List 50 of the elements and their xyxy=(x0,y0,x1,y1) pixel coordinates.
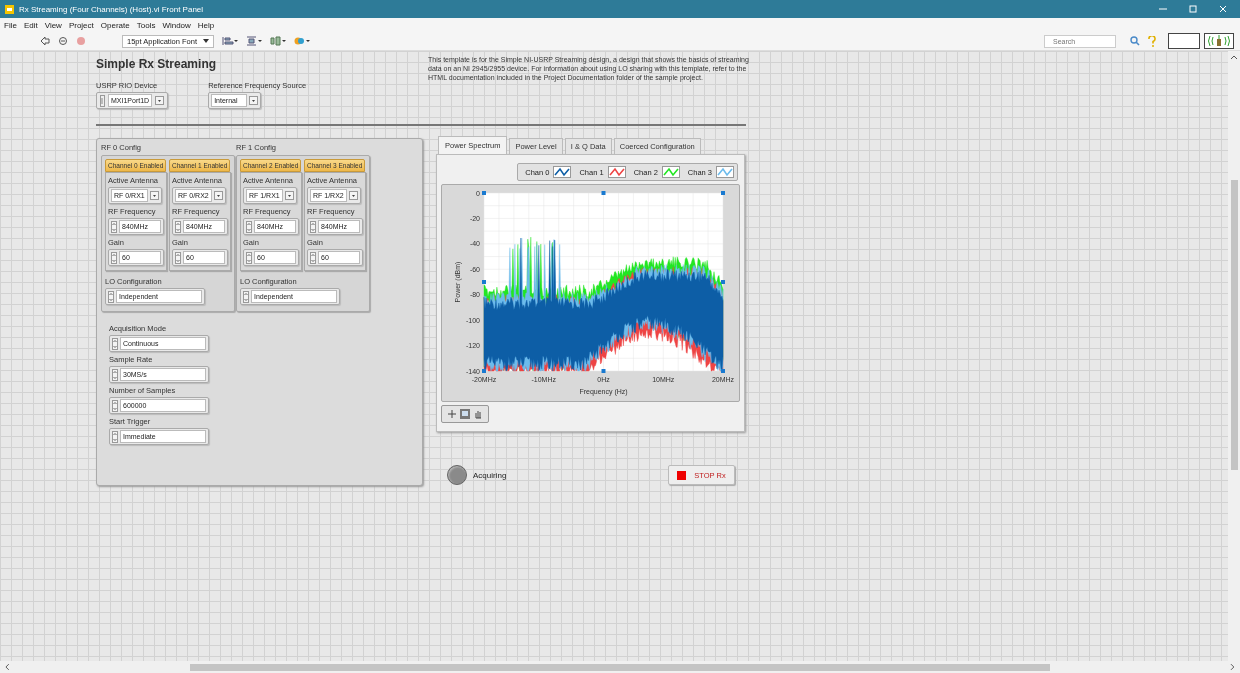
spin-arrows-icon[interactable] xyxy=(112,399,118,412)
resize-icon[interactable] xyxy=(270,36,287,46)
legend-line-icon[interactable] xyxy=(608,167,625,177)
run-continuously-icon[interactable] xyxy=(58,36,68,46)
zoom-icon[interactable] xyxy=(460,409,470,419)
restore-icon[interactable] xyxy=(1188,4,1198,14)
menu-item[interactable]: View xyxy=(44,20,62,30)
menu-item[interactable]: Tools xyxy=(136,20,156,30)
align-icon[interactable] xyxy=(222,36,239,46)
indicator-label: Acquiring xyxy=(473,470,507,480)
panel-title: Simple Rx Streaming xyxy=(96,57,218,71)
search-icon[interactable] xyxy=(1130,36,1140,46)
legend-line-icon[interactable] xyxy=(554,167,571,177)
spin-arrows-icon[interactable] xyxy=(111,251,117,264)
spin-arrows-icon[interactable] xyxy=(246,220,252,233)
spin-arrows-icon[interactable] xyxy=(310,220,316,233)
menu-item[interactable]: Edit xyxy=(23,20,38,30)
spin-arrows-icon[interactable] xyxy=(243,290,249,303)
abort-icon[interactable] xyxy=(76,36,86,46)
spin-arrows-icon[interactable] xyxy=(112,337,118,350)
stop-square-icon xyxy=(677,470,687,480)
spin-arrows-icon[interactable] xyxy=(175,251,181,264)
spin-arrows-icon[interactable] xyxy=(108,290,114,303)
window-title: Rx Streaming (Four Channels) (Host).vi Front Panel xyxy=(19,4,204,14)
cursor-icon[interactable] xyxy=(447,409,457,419)
io-name-icon xyxy=(100,94,105,107)
menu-item[interactable]: Help xyxy=(197,20,215,30)
run-arrow-icon[interactable] xyxy=(40,36,50,46)
spin-arrows-icon[interactable] xyxy=(246,251,252,264)
spin-arrows-icon[interactable] xyxy=(112,368,118,381)
reorder-icon[interactable] xyxy=(294,36,311,46)
close-icon[interactable] xyxy=(1218,4,1228,14)
scroll-left-icon[interactable] xyxy=(4,663,10,671)
scroll-up-icon[interactable] xyxy=(1230,54,1238,60)
menu-item[interactable]: Window xyxy=(162,20,191,30)
spin-arrows-icon[interactable] xyxy=(112,430,118,443)
vi-antenna-icon[interactable] xyxy=(1204,33,1234,49)
menu-item[interactable]: Operate xyxy=(100,20,130,30)
spin-arrows-icon[interactable] xyxy=(111,220,117,233)
menu-item[interactable]: File xyxy=(4,20,17,30)
caret-icon[interactable] xyxy=(203,39,210,43)
connector-pane-icon[interactable] xyxy=(1168,33,1200,49)
app-icon xyxy=(5,4,14,14)
pan-hand-icon[interactable] xyxy=(473,409,483,419)
distribute-icon[interactable] xyxy=(246,36,263,46)
spin-arrows-icon[interactable] xyxy=(310,251,316,264)
spin-arrows-icon[interactable] xyxy=(175,220,181,233)
help-icon[interactable] xyxy=(1148,35,1156,47)
menu-item[interactable]: Project xyxy=(68,20,94,30)
scroll-right-icon[interactable] xyxy=(1230,663,1236,671)
